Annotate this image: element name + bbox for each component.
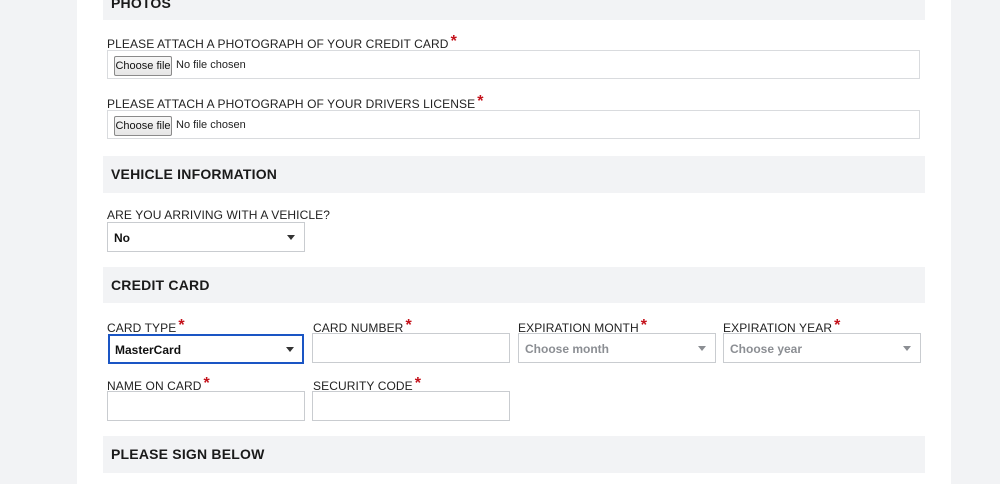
required-asterisk: * — [405, 317, 412, 334]
vehicle-select[interactable]: No — [107, 222, 305, 252]
vehicle-select-value: No — [114, 231, 130, 245]
required-asterisk: * — [203, 375, 210, 392]
name-on-card-input[interactable] — [107, 391, 305, 421]
drivers-license-photo-upload: Choose file No file chosen — [107, 110, 920, 139]
required-asterisk: * — [640, 317, 648, 334]
file-status: No file chosen — [176, 59, 246, 71]
expiration-year-select[interactable]: Choose year — [723, 333, 921, 363]
chevron-down-icon — [287, 235, 295, 240]
card-number-input[interactable] — [312, 333, 510, 363]
expiration-month-select[interactable]: Choose month — [518, 333, 716, 363]
section-header-vehicle: VEHICLE INFORMATION — [103, 156, 925, 193]
choose-file-button[interactable]: Choose file — [114, 116, 172, 136]
security-code-input[interactable] — [312, 391, 510, 421]
form-page: PHOTOS PLEASE ATTACH A PHOTOGRAPH OF YOU… — [77, 0, 951, 484]
section-header-sign: PLEASE SIGN BELOW — [103, 436, 925, 473]
section-header-photos: PHOTOS — [103, 0, 925, 20]
required-asterisk: * — [414, 375, 422, 392]
vehicle-question-label: ARE YOU ARRIVING WITH A VEHICLE? — [107, 208, 331, 222]
chevron-down-icon — [286, 347, 294, 352]
required-asterisk: * — [178, 317, 185, 334]
section-title-sign: PLEASE SIGN BELOW — [111, 446, 265, 462]
card-type-select[interactable]: MasterCard — [108, 334, 304, 364]
card-type-select-value: MasterCard — [115, 343, 182, 357]
section-title-vehicle: VEHICLE INFORMATION — [111, 166, 278, 182]
required-asterisk: * — [477, 93, 484, 110]
choose-file-button[interactable]: Choose file — [114, 56, 172, 76]
file-status: No file chosen — [176, 119, 246, 131]
section-title-photos: PHOTOS — [111, 0, 172, 11]
required-asterisk: * — [834, 317, 841, 334]
section-title-credit-card: CREDIT CARD — [111, 277, 210, 293]
chevron-down-icon — [698, 346, 706, 351]
required-asterisk: * — [450, 33, 457, 50]
expiration-month-placeholder: Choose month — [525, 342, 609, 356]
credit-card-photo-upload: Choose file No file chosen — [107, 50, 920, 79]
expiration-year-placeholder: Choose year — [730, 342, 803, 356]
section-header-credit-card: CREDIT CARD — [103, 267, 925, 303]
chevron-down-icon — [903, 346, 911, 351]
